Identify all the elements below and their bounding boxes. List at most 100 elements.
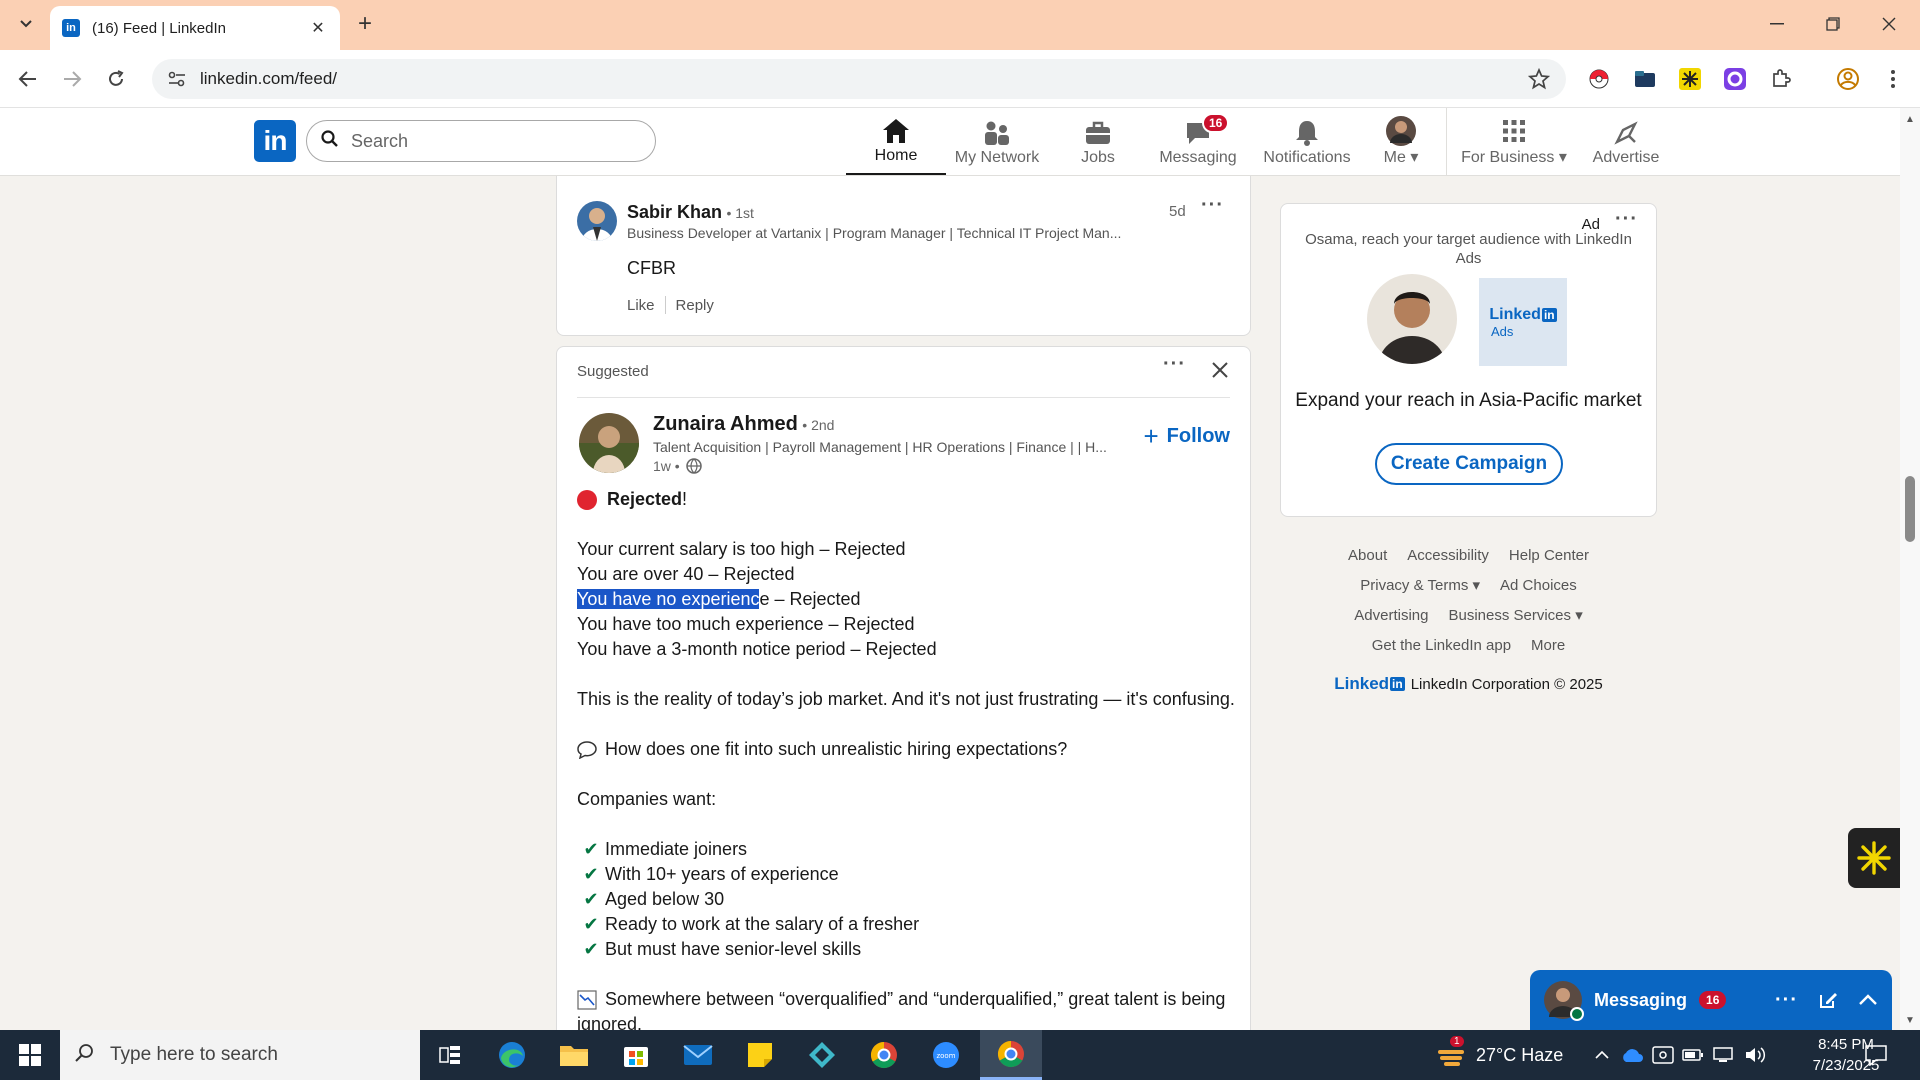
footer-link-get-app[interactable]: Get the LinkedIn app bbox=[1372, 637, 1511, 654]
close-window-icon[interactable] bbox=[1866, 8, 1912, 40]
messaging-overlay[interactable]: Messaging 16 ··· bbox=[1530, 970, 1892, 1030]
commenter-avatar[interactable] bbox=[577, 201, 617, 241]
site-info-icon[interactable] bbox=[166, 71, 188, 87]
back-arrow-icon[interactable] bbox=[12, 63, 44, 95]
post-title: Rejected bbox=[607, 489, 683, 509]
comment-like-button[interactable]: Like bbox=[627, 297, 655, 314]
chrome-icon[interactable] bbox=[856, 1030, 912, 1080]
windows-start-icon[interactable] bbox=[0, 1030, 60, 1080]
footer-link-about[interactable]: About bbox=[1348, 547, 1387, 564]
meet-now-icon[interactable] bbox=[1652, 1030, 1674, 1080]
asterisk-extension-icon[interactable] bbox=[1677, 66, 1703, 92]
post-header-divider bbox=[577, 397, 1230, 398]
new-tab-plus-icon[interactable]: + bbox=[352, 12, 378, 38]
browser-menu-icon[interactable] bbox=[1880, 66, 1906, 92]
compose-message-icon[interactable] bbox=[1818, 990, 1838, 1010]
comment-card: Sabir Khan • 1st Business Developer at V… bbox=[556, 176, 1251, 336]
onedrive-icon[interactable] bbox=[1620, 1030, 1644, 1080]
post-companies-want: Companies want: bbox=[577, 789, 717, 809]
commenter-name[interactable]: Sabir Khan bbox=[627, 202, 722, 222]
page-scrollbar[interactable]: ▲ ▼ bbox=[1900, 108, 1920, 1030]
browser-tab-active[interactable]: in (16) Feed | LinkedIn ✕ bbox=[50, 6, 340, 50]
follow-button[interactable]: + Follow bbox=[1143, 421, 1230, 452]
comment-reply-button[interactable]: Reply bbox=[676, 297, 714, 314]
mail-icon[interactable] bbox=[670, 1030, 726, 1080]
author-avatar[interactable] bbox=[579, 413, 639, 473]
footer-link-privacy-terms[interactable]: Privacy & Terms ▾ bbox=[1360, 576, 1480, 594]
notification-center-icon[interactable] bbox=[1864, 1030, 1888, 1080]
reload-icon[interactable] bbox=[100, 63, 132, 95]
taskbar-search-placeholder: Type here to search bbox=[110, 1044, 278, 1065]
taskbar-search-box[interactable]: Type here to search bbox=[60, 1030, 420, 1080]
zoom-icon[interactable]: zoom bbox=[918, 1030, 974, 1080]
comment-more-icon[interactable]: ··· bbox=[1201, 194, 1224, 217]
nav-for-business[interactable]: For Business ▾ bbox=[1454, 108, 1574, 175]
footer-link-business-services[interactable]: Business Services ▾ bbox=[1448, 606, 1582, 624]
linkedin-logo[interactable]: in bbox=[254, 120, 296, 162]
microsoft-store-icon[interactable] bbox=[608, 1030, 664, 1080]
ad-text: Osama, reach your target audience with L… bbox=[1305, 231, 1632, 267]
footer-link-ad-choices[interactable]: Ad Choices bbox=[1500, 577, 1577, 594]
battery-icon[interactable] bbox=[1682, 1030, 1704, 1080]
footer-link-accessibility[interactable]: Accessibility bbox=[1407, 547, 1489, 564]
profile-icon[interactable] bbox=[1835, 66, 1861, 92]
tab-search-dropdown-icon[interactable] bbox=[12, 10, 40, 38]
restore-icon[interactable] bbox=[1810, 8, 1856, 40]
network-status-icon[interactable] bbox=[1712, 1030, 1734, 1080]
selected-text: You have no experienc bbox=[577, 589, 760, 609]
messaging-overlay-badge: 16 bbox=[1699, 991, 1727, 1009]
scroll-down-arrow-icon[interactable]: ▼ bbox=[1905, 1015, 1915, 1026]
nav-advertise[interactable]: Advertise bbox=[1576, 108, 1676, 175]
bookmark-star-icon[interactable] bbox=[1527, 67, 1551, 95]
show-hidden-icons[interactable] bbox=[1594, 1030, 1610, 1080]
nav-messaging[interactable]: 16 Messaging bbox=[1148, 108, 1248, 175]
sticky-notes-icon[interactable] bbox=[732, 1030, 788, 1080]
edge-browser-icon[interactable] bbox=[484, 1030, 540, 1080]
author-name[interactable]: Zunaira Ahmed bbox=[653, 413, 798, 435]
home-icon bbox=[882, 115, 910, 147]
nav-my-network[interactable]: My Network bbox=[946, 108, 1048, 175]
forward-arrow-icon[interactable] bbox=[56, 63, 88, 95]
footer-link-advertising[interactable]: Advertising bbox=[1354, 607, 1428, 624]
side-panel-asterisk-icon[interactable] bbox=[1848, 828, 1900, 888]
nav-jobs[interactable]: Jobs bbox=[1058, 108, 1138, 175]
dismiss-close-icon[interactable] bbox=[1211, 361, 1229, 384]
weather-badge: 1 bbox=[1450, 1036, 1464, 1047]
scroll-up-arrow-icon[interactable]: ▲ bbox=[1905, 114, 1915, 125]
post-closing: Somewhere between “overqualified” and “u… bbox=[605, 989, 1226, 1009]
search-box[interactable] bbox=[306, 120, 656, 162]
color-extension-icon[interactable] bbox=[1722, 66, 1748, 92]
tab-close-icon[interactable]: ✕ bbox=[308, 18, 328, 38]
address-bar[interactable]: linkedin.com/feed/ bbox=[152, 59, 1566, 99]
post-more-icon[interactable]: ··· bbox=[1163, 353, 1186, 376]
taskbar-search-icon bbox=[74, 1043, 94, 1068]
pokeball-extension-icon[interactable] bbox=[1586, 66, 1612, 92]
weather-widget[interactable]: 1 27°C Haze bbox=[1436, 1030, 1563, 1080]
svg-text:zoom: zoom bbox=[936, 1052, 955, 1060]
nav-me[interactable]: Me ▾ bbox=[1366, 108, 1436, 175]
folder-extension-icon[interactable] bbox=[1632, 66, 1658, 92]
nav-notifications[interactable]: Notifications bbox=[1252, 108, 1362, 175]
vpn-app-icon[interactable] bbox=[794, 1030, 850, 1080]
nav-home[interactable]: Home bbox=[846, 108, 946, 175]
file-explorer-icon[interactable] bbox=[546, 1030, 602, 1080]
search-input[interactable] bbox=[351, 130, 631, 152]
tab-title: (16) Feed | LinkedIn bbox=[92, 19, 226, 37]
footer-link-more[interactable]: More bbox=[1531, 637, 1565, 654]
post-body: Rejected! Your current salary is too hig… bbox=[577, 487, 1237, 1037]
create-campaign-button[interactable]: Create Campaign bbox=[1375, 443, 1563, 485]
follow-label: Follow bbox=[1166, 425, 1230, 447]
messaging-more-icon[interactable]: ··· bbox=[1775, 989, 1798, 1012]
volume-icon[interactable] bbox=[1744, 1030, 1766, 1080]
chevron-up-icon[interactable] bbox=[1858, 994, 1878, 1006]
ad-card: Ad ··· Osama, reach your target audience… bbox=[1280, 203, 1657, 517]
minimize-icon[interactable] bbox=[1754, 8, 1800, 40]
ad-more-icon[interactable]: ··· bbox=[1615, 208, 1638, 231]
footer-link-help-center[interactable]: Help Center bbox=[1509, 547, 1589, 564]
suggested-post-card: Suggested ··· Zunaira Ahmed • 2nd Talent… bbox=[556, 346, 1251, 1080]
task-view-icon[interactable] bbox=[422, 1030, 478, 1080]
chrome-active-icon[interactable] bbox=[980, 1030, 1042, 1080]
extensions-puzzle-icon[interactable] bbox=[1768, 66, 1794, 92]
scroll-thumb[interactable] bbox=[1905, 476, 1915, 542]
author-degree: • 2nd bbox=[802, 417, 835, 433]
